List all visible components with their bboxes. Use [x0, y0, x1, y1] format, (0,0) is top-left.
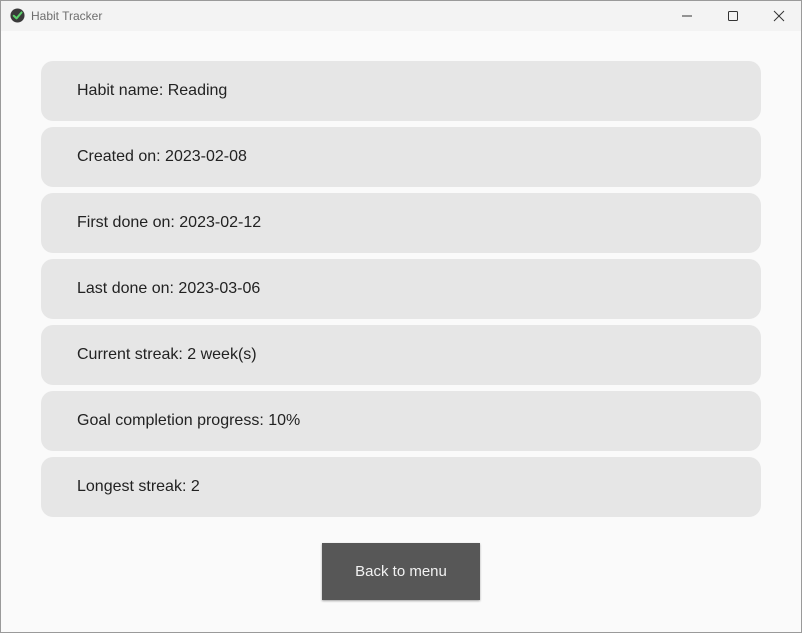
minimize-button[interactable]	[664, 1, 710, 31]
back-to-menu-button[interactable]: Back to menu	[322, 543, 480, 600]
longest-streak-label: Longest streak: 2	[77, 478, 200, 495]
current-streak-row: Current streak: 2 week(s)	[41, 325, 761, 385]
created-on-label: Created on: 2023-02-08	[77, 148, 247, 165]
maximize-icon	[728, 11, 738, 21]
first-done-row: First done on: 2023-02-12	[41, 193, 761, 253]
checkmark-badge-icon	[10, 8, 25, 23]
created-on-row: Created on: 2023-02-08	[41, 127, 761, 187]
minimize-icon	[682, 15, 692, 17]
habit-details-panel: Habit name: Reading Created on: 2023-02-…	[1, 31, 801, 632]
last-done-label: Last done on: 2023-03-06	[77, 280, 261, 297]
habit-name-label: Habit name: Reading	[77, 82, 228, 99]
first-done-label: First done on: 2023-02-12	[77, 214, 262, 231]
last-done-row: Last done on: 2023-03-06	[41, 259, 761, 319]
current-streak-label: Current streak: 2 week(s)	[77, 346, 257, 363]
habit-name-row: Habit name: Reading	[41, 61, 761, 121]
goal-progress-row: Goal completion progress: 10%	[41, 391, 761, 451]
close-button[interactable]	[756, 1, 801, 31]
goal-progress-label: Goal completion progress: 10%	[77, 412, 301, 429]
window-title: Habit Tracker	[31, 9, 103, 23]
close-icon	[773, 10, 785, 22]
longest-streak-row: Longest streak: 2	[41, 457, 761, 517]
app-window: Habit Tracker Habit name: Reading Create…	[0, 0, 802, 633]
maximize-button[interactable]	[710, 1, 756, 31]
title-bar[interactable]: Habit Tracker	[1, 1, 801, 31]
